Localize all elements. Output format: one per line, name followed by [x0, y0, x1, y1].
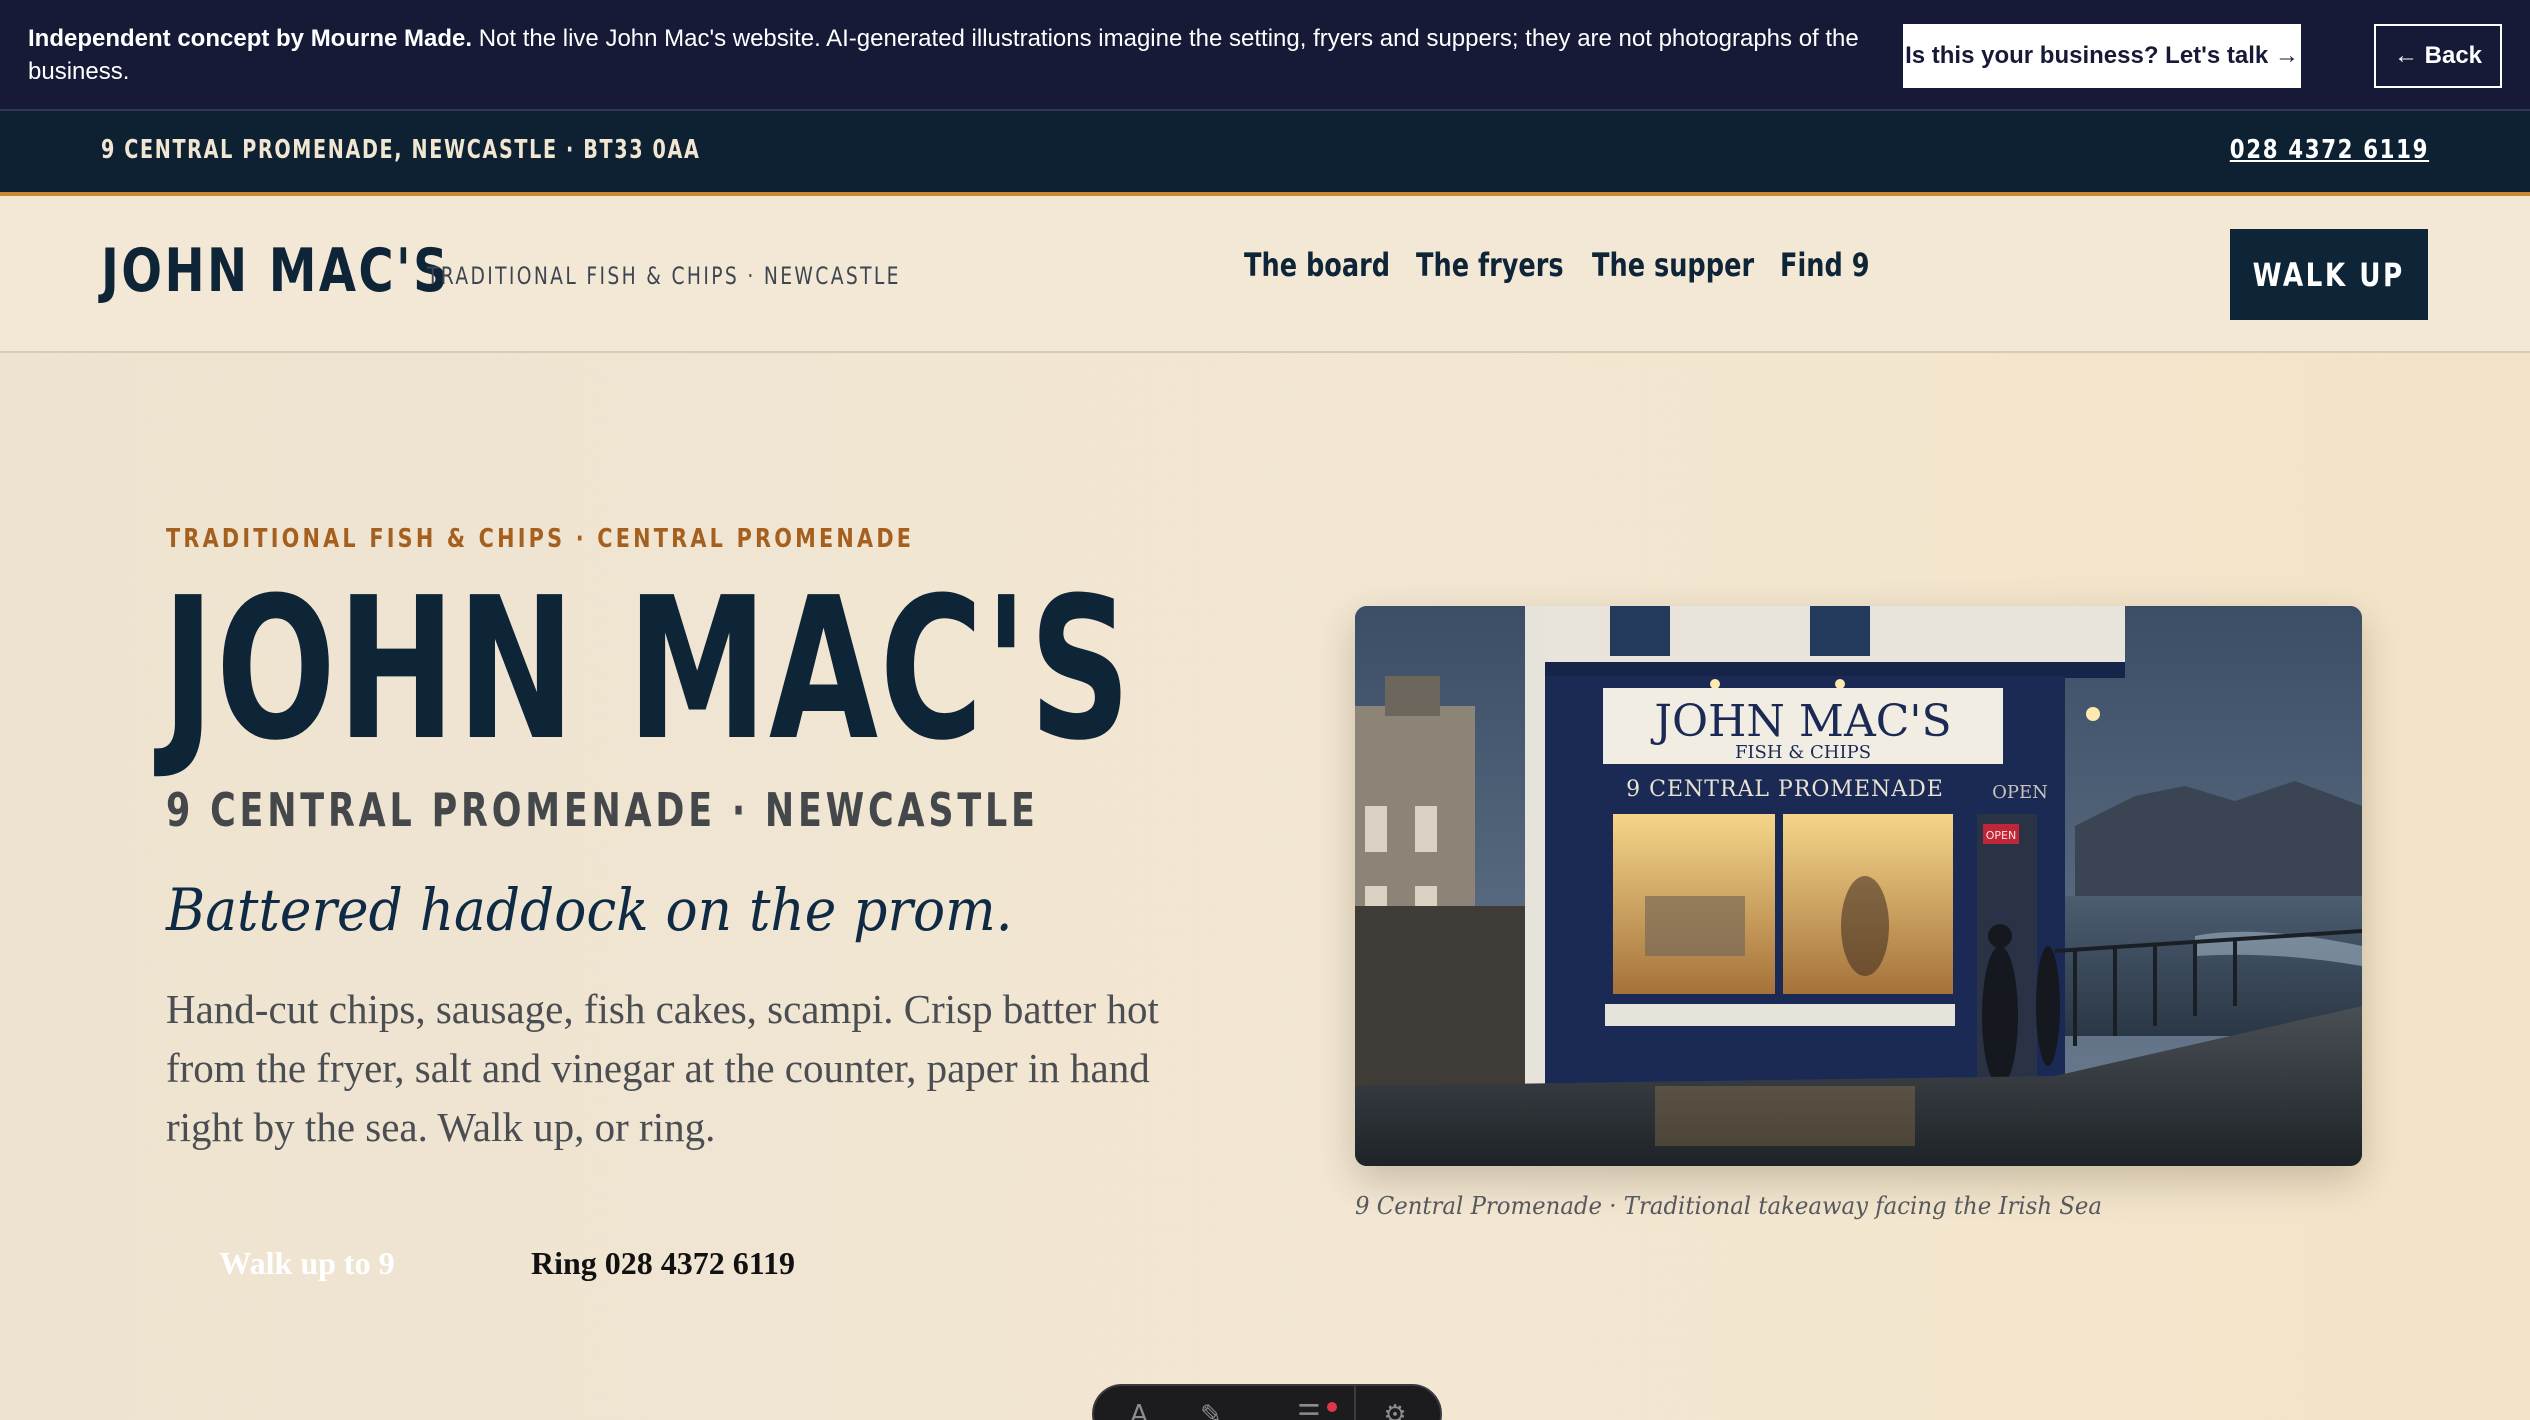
text-icon[interactable]: A	[1124, 1400, 1154, 1420]
photo-caption: 9 Central Promenade · Traditional takeaw…	[1355, 1192, 2102, 1220]
menu-icon[interactable]: ☰	[1294, 1400, 1324, 1420]
notification-dot	[1327, 1402, 1337, 1412]
light-reflection	[1655, 1086, 1915, 1146]
walk-up-label: WALK UP	[2252, 255, 2406, 294]
top-phone-link[interactable]: 028 4372 6119	[2230, 135, 2429, 165]
customer	[1982, 946, 2018, 1086]
main-nav: JOHN MAC'S TRADITIONAL FISH & CHIPS · NE…	[0, 196, 2530, 353]
sign-sub: FISH & CHIPS	[1735, 742, 1871, 763]
walk-up-cta[interactable]: Walk up to 9	[166, 1232, 448, 1294]
sea	[2055, 896, 2362, 1036]
walk-up-button[interactable]: WALK UP	[2230, 229, 2428, 320]
lets-talk-button[interactable]: Is this your business? Let's talk →	[1903, 24, 2301, 88]
shopfront-scene: JOHN MAC'S FISH & CHIPS 9 CENTRAL PROMEN…	[1355, 606, 2362, 1166]
hero-address: 9 CENTRAL PROMENADE · NEWCASTLE	[166, 783, 1039, 837]
stone-wall	[1355, 906, 1525, 1106]
fascia-open: OPEN	[1992, 782, 2048, 803]
nav-link-supper[interactable]: The supper	[1592, 246, 1754, 284]
back-button[interactable]: ← Back	[2374, 24, 2502, 88]
open-sign-text: OPEN	[1986, 829, 2016, 842]
top-address: 9 CENTRAL PROMENADE, NEWCASTLE · BT33 0A…	[101, 135, 701, 165]
address-bar: 9 CENTRAL PROMENADE, NEWCASTLE · BT33 0A…	[0, 111, 2530, 196]
brush-icon[interactable]: ✎	[1196, 1400, 1226, 1420]
disclaimer-text: Independent concept by Mourne Made. Not …	[28, 22, 1888, 88]
hero-eyebrow: TRADITIONAL FISH & CHIPS · CENTRAL PROME…	[166, 524, 915, 554]
settings-icon[interactable]: ⚙	[1380, 1400, 1410, 1420]
street-lamp	[2086, 707, 2100, 721]
disclaimer-lead: Independent concept by Mourne Made.	[28, 25, 473, 52]
fascia-address: 9 CENTRAL PROMENADE	[1626, 777, 1944, 802]
ring-cta[interactable]: Ring 028 4372 6119	[508, 1232, 818, 1294]
floating-toolbar: A ✎ ☰ ⚙	[1092, 1384, 1442, 1420]
concept-disclaimer-banner: Independent concept by Mourne Made. Not …	[0, 0, 2530, 111]
sign-name: JOHN MAC'S	[1650, 696, 1951, 747]
hero-tagline: Battered haddock on the prom.	[166, 876, 1013, 944]
toolbar-divider	[1354, 1386, 1356, 1420]
fryers	[1645, 896, 1745, 956]
hero-title: JOHN MAC'S	[162, 556, 1133, 784]
nav-link-fryers[interactable]: The fryers	[1416, 246, 1564, 284]
nav-link-find[interactable]: Find 9	[1780, 246, 1870, 284]
shopfront-illustration: JOHN MAC'S FISH & CHIPS 9 CENTRAL PROMEN…	[1355, 606, 2362, 1166]
hero-body: Hand-cut chips, sausage, fish cakes, sca…	[166, 986, 1159, 1150]
brand-tagline: TRADITIONAL FISH & CHIPS · NEWCASTLE	[427, 262, 901, 290]
brand-logo[interactable]: JOHN MAC'S	[101, 236, 450, 306]
nav-link-board[interactable]: The board	[1244, 246, 1390, 284]
